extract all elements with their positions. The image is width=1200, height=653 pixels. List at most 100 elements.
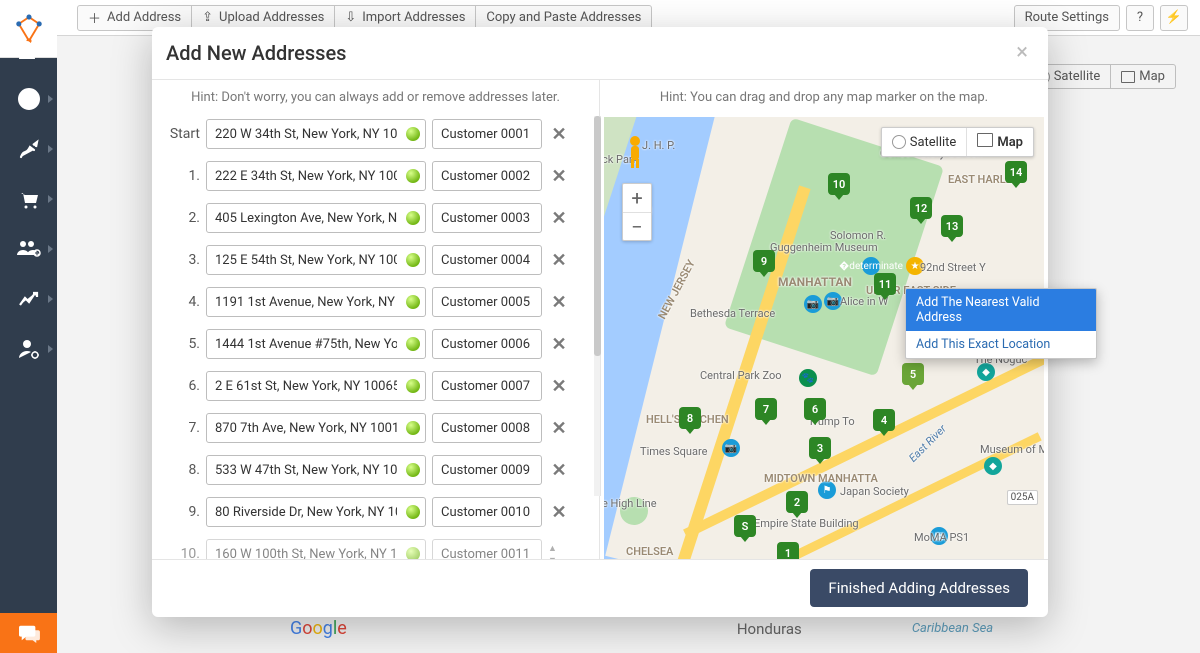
delete-row-button[interactable]: ✕ bbox=[548, 502, 570, 523]
address-hint: Hint: Don't worry, you can always add or… bbox=[152, 80, 599, 113]
alias-input[interactable] bbox=[432, 287, 542, 317]
geocode-status-icon bbox=[406, 463, 420, 477]
row-index: 6. bbox=[160, 378, 200, 394]
map-pin[interactable]: 6 bbox=[804, 398, 826, 420]
modal-map-type-toggle: Satellite Map bbox=[881, 127, 1034, 157]
quick-action-button[interactable]: ⚡ bbox=[1160, 5, 1188, 31]
left-nav-rail bbox=[0, 0, 57, 653]
ctx-add-exact[interactable]: Add This Exact Location bbox=[906, 331, 1096, 358]
delete-row-button[interactable]: ✕ bbox=[548, 166, 570, 187]
address-scroll[interactable]: Start✕1.✕2.✕3.✕4.✕5.✕6.✕7.✕8.✕9.✕10. bbox=[152, 113, 599, 559]
delete-row-button[interactable]: ✕ bbox=[548, 292, 570, 313]
delete-row-button[interactable]: ✕ bbox=[548, 460, 570, 481]
address-row: 9.✕ bbox=[160, 491, 593, 533]
sort-handle[interactable] bbox=[548, 543, 557, 559]
row-index: 5. bbox=[160, 336, 200, 352]
nav-orders[interactable] bbox=[0, 174, 57, 224]
map-pin[interactable]: 10 bbox=[828, 173, 850, 195]
geocode-status-icon bbox=[406, 421, 420, 435]
address-row: 5. ✕ bbox=[160, 323, 593, 365]
delete-row-button[interactable]: ✕ bbox=[548, 334, 570, 355]
geocode-status-icon bbox=[406, 505, 420, 519]
pegman-icon[interactable] bbox=[622, 135, 648, 169]
row-index: 2. bbox=[160, 210, 200, 226]
address-input[interactable] bbox=[206, 119, 426, 149]
map-pin[interactable]: 2 bbox=[786, 491, 808, 513]
import-icon: ⇩ bbox=[345, 10, 356, 25]
map-pin[interactable]: 3 bbox=[809, 437, 831, 459]
alias-input[interactable] bbox=[432, 371, 542, 401]
address-input[interactable] bbox=[206, 287, 426, 317]
address-list-scrollbar[interactable] bbox=[594, 116, 601, 496]
map-pin[interactable]: 11 bbox=[874, 273, 896, 295]
map-pin[interactable]: 14 bbox=[1005, 161, 1027, 183]
modal-close-button[interactable]: × bbox=[1016, 42, 1028, 64]
delete-row-button[interactable]: ✕ bbox=[548, 250, 570, 271]
address-input[interactable] bbox=[206, 539, 426, 559]
geocode-status-icon bbox=[406, 295, 420, 309]
nav-help[interactable] bbox=[0, 74, 57, 124]
help-button[interactable]: ? bbox=[1126, 5, 1154, 31]
alias-input[interactable] bbox=[432, 497, 542, 527]
delete-row-button[interactable]: ✕ bbox=[548, 376, 570, 397]
alias-input[interactable] bbox=[432, 539, 542, 559]
ctx-add-nearest[interactable]: Add The Nearest Valid Address bbox=[906, 289, 1096, 331]
row-index: 7. bbox=[160, 420, 200, 436]
nav-add-user[interactable] bbox=[0, 24, 57, 74]
map-zoom-control: + − bbox=[622, 183, 652, 241]
delete-row-button[interactable]: ✕ bbox=[548, 418, 570, 439]
map-toggle[interactable]: Map bbox=[966, 128, 1033, 156]
map-pin[interactable]: 13 bbox=[941, 215, 963, 237]
finished-adding-button[interactable]: Finished Adding Addresses bbox=[810, 569, 1028, 607]
row-index: 3. bbox=[160, 252, 200, 268]
alias-input[interactable] bbox=[432, 119, 542, 149]
alias-input[interactable] bbox=[432, 245, 542, 275]
address-input[interactable] bbox=[206, 371, 426, 401]
row-index: Start bbox=[160, 126, 200, 142]
address-input[interactable] bbox=[206, 161, 426, 191]
delete-row-button[interactable]: ✕ bbox=[548, 208, 570, 229]
map-pin[interactable]: 5 bbox=[902, 363, 924, 385]
address-input[interactable] bbox=[206, 329, 426, 359]
nav-analytics[interactable] bbox=[0, 274, 57, 324]
map-pin[interactable]: 8 bbox=[679, 407, 701, 429]
address-row: 7. ✕ bbox=[160, 407, 593, 449]
address-input[interactable] bbox=[206, 245, 426, 275]
alias-input[interactable] bbox=[432, 203, 542, 233]
address-row: 6. ✕ bbox=[160, 365, 593, 407]
nav-team[interactable] bbox=[0, 224, 57, 274]
map-icon bbox=[977, 133, 993, 151]
address-input[interactable] bbox=[206, 455, 426, 485]
geocode-status-icon bbox=[406, 211, 420, 225]
map-pin[interactable]: 4 bbox=[873, 409, 895, 431]
keyboard-shortcut-badge: 025A bbox=[1007, 490, 1038, 505]
map-pin[interactable]: 7 bbox=[755, 398, 777, 420]
nav-chat[interactable] bbox=[0, 613, 57, 653]
address-input[interactable] bbox=[206, 203, 426, 233]
nav-user-settings[interactable] bbox=[0, 324, 57, 374]
address-list-pane: Hint: Don't worry, you can always add or… bbox=[152, 80, 600, 559]
row-index: 4. bbox=[160, 294, 200, 310]
address-input[interactable] bbox=[206, 413, 426, 443]
geocode-status-icon bbox=[406, 379, 420, 393]
address-row: 4. ✕ bbox=[160, 281, 593, 323]
geocode-status-icon bbox=[406, 169, 420, 183]
map-pin[interactable]: 1 bbox=[777, 542, 799, 559]
address-input[interactable] bbox=[206, 497, 426, 527]
alias-input[interactable] bbox=[432, 413, 542, 443]
delete-row-button[interactable]: ✕ bbox=[548, 124, 570, 145]
map-context-menu: Add The Nearest Valid Address Add This E… bbox=[905, 288, 1097, 359]
map-pin[interactable]: 12 bbox=[910, 197, 932, 219]
modal-footer: Finished Adding Addresses bbox=[152, 559, 1048, 617]
map-pin[interactable]: S bbox=[734, 515, 756, 537]
alias-input[interactable] bbox=[432, 161, 542, 191]
map-pin[interactable]: 9 bbox=[753, 250, 775, 272]
satellite-toggle[interactable]: Satellite bbox=[882, 128, 967, 156]
alias-input[interactable] bbox=[432, 329, 542, 359]
upload-icon: ⇪ bbox=[202, 10, 213, 25]
alias-input[interactable] bbox=[432, 455, 542, 485]
nav-routes[interactable] bbox=[0, 124, 57, 174]
zoom-in-button[interactable]: + bbox=[623, 184, 651, 212]
plus-icon: ＋ bbox=[88, 8, 101, 27]
zoom-out-button[interactable]: − bbox=[623, 212, 651, 240]
